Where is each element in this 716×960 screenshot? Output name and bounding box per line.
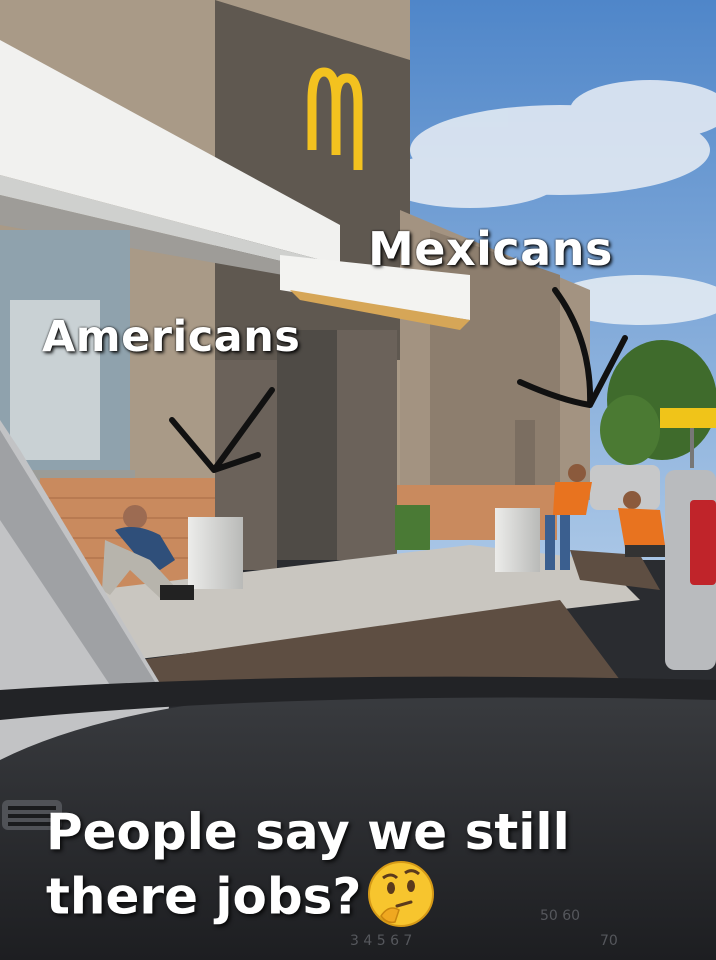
planter xyxy=(395,505,430,550)
label-mexicans: Mexicans xyxy=(368,222,613,276)
trash-can xyxy=(188,517,243,589)
svg-text:70: 70 xyxy=(600,933,618,949)
caption-line-2: there jobs? xyxy=(46,867,362,926)
caption-line-1: People say we still xyxy=(46,803,570,861)
bottom-caption: People say we still there jobs? xyxy=(46,800,570,936)
thinking-face-emoji-icon xyxy=(365,858,437,930)
label-americans: Americans xyxy=(42,312,301,362)
drive-thru-sign xyxy=(660,408,716,428)
caption-line-2-row: there jobs? xyxy=(46,861,570,936)
